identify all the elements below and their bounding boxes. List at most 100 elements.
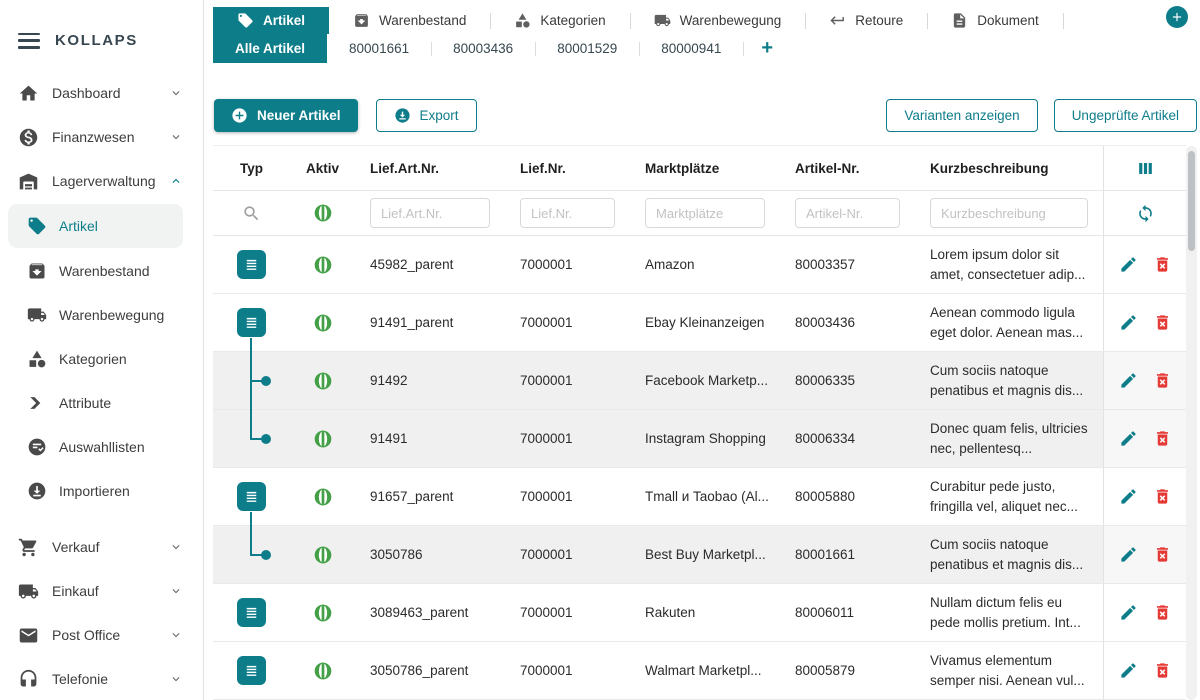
aktiv-filter-toggle[interactable] — [290, 191, 355, 235]
delete-button[interactable] — [1153, 255, 1172, 274]
list-icon — [242, 255, 261, 274]
filter-lief-nr-input[interactable] — [520, 198, 615, 228]
sidebar-item-post-office[interactable]: Post Office — [0, 613, 203, 657]
subtab-label: 80000941 — [661, 41, 721, 56]
sidebar-item-warenbewegung[interactable]: Warenbewegung — [0, 293, 203, 337]
filter-kurzbeschreibung-input[interactable] — [930, 198, 1088, 228]
subtab-80001661[interactable]: 80001661 — [327, 34, 431, 63]
search-icon[interactable] — [213, 191, 290, 235]
subtab-80003436[interactable]: 80003436 — [431, 34, 535, 63]
list-icon — [242, 603, 261, 622]
artikel-nr-cell: 80005880 — [780, 489, 915, 504]
menu-icon[interactable] — [18, 33, 40, 49]
sidebar-item-label: Telefonie — [52, 671, 108, 687]
add-tab-button[interactable] — [1166, 6, 1188, 28]
tab-label: Kategorien — [540, 13, 605, 28]
trash-icon — [1153, 371, 1172, 390]
document-icon — [951, 12, 968, 29]
delete-button[interactable] — [1153, 487, 1172, 506]
sidebar-item-label: Auswahllisten — [59, 439, 145, 455]
sidebar-item-dashboard[interactable]: Dashboard — [0, 71, 203, 115]
edit-button[interactable] — [1119, 661, 1138, 680]
sidebar-item-artikel[interactable]: Artikel — [8, 204, 183, 248]
sidebar-item-label: Dashboard — [52, 85, 121, 101]
sidebar-item-label: Attribute — [59, 395, 111, 411]
edit-button[interactable] — [1119, 429, 1138, 448]
lief-art-nr-cell: 91492 — [355, 373, 505, 388]
chevron-down-icon — [169, 130, 183, 144]
sidebar-item-lagerverwaltung[interactable]: Lagerverwaltung — [0, 159, 203, 203]
articles-table: Typ Aktiv Lief.Art.Nr. Lief.Nr. Marktplä… — [213, 145, 1186, 700]
trash-icon — [1153, 429, 1172, 448]
filter-lief-art-nr-input[interactable] — [370, 198, 490, 228]
delete-button[interactable] — [1153, 661, 1172, 680]
delete-button[interactable] — [1153, 545, 1172, 564]
sidebar-item-verkauf[interactable]: Verkauf — [0, 525, 203, 569]
subtab-alle-artikel[interactable]: Alle Artikel — [213, 34, 327, 63]
subtab-80001529[interactable]: 80001529 — [535, 34, 639, 63]
column-settings-button[interactable] — [1103, 146, 1186, 190]
trash-icon — [1153, 603, 1172, 622]
trash-icon — [1153, 661, 1172, 680]
tree-node-dot — [261, 434, 271, 444]
expand-variants-button[interactable] — [237, 308, 266, 337]
show-variants-button[interactable]: Varianten anzeigen — [886, 99, 1037, 132]
edit-button[interactable] — [1119, 255, 1138, 274]
edit-button[interactable] — [1119, 545, 1138, 564]
sidebar-item-telefonie[interactable]: Telefonie — [0, 657, 203, 700]
edit-button[interactable] — [1119, 603, 1138, 622]
lief-art-nr-cell: 45982_parent — [355, 257, 505, 272]
expand-variants-button[interactable] — [237, 656, 266, 685]
delete-button[interactable] — [1153, 603, 1172, 622]
tab-warenbestand[interactable]: Warenbestand — [329, 7, 490, 34]
sidebar-item-importieren[interactable]: Importieren — [0, 469, 203, 513]
pencil-icon — [1119, 429, 1138, 448]
table-row: 91657_parent 7000001 Tmall и Taobao (Al.… — [213, 468, 1186, 526]
unverified-articles-button[interactable]: Ungeprüfte Artikel — [1054, 99, 1197, 132]
table-row: 91492 7000001 Facebook Marketp... 800063… — [213, 352, 1186, 410]
sidebar-item-warenbestand[interactable]: Warenbestand — [0, 249, 203, 293]
delete-button[interactable] — [1153, 313, 1172, 332]
delete-button[interactable] — [1153, 371, 1172, 390]
sidebar-item-label: Kategorien — [59, 351, 127, 367]
tab-warenbewegung[interactable]: Warenbewegung — [630, 7, 806, 34]
marktplatz-cell: Amazon — [630, 257, 780, 272]
edit-button[interactable] — [1119, 487, 1138, 506]
sidebar-item-label: Einkauf — [52, 583, 99, 599]
tab-dokument[interactable]: Dokument — [927, 7, 1063, 34]
tree-connector — [250, 338, 252, 353]
export-button[interactable]: Export — [376, 99, 477, 132]
vertical-scrollbar[interactable] — [1186, 146, 1197, 700]
tab-kategorien[interactable]: Kategorien — [490, 7, 629, 34]
expand-variants-button[interactable] — [237, 250, 266, 279]
pencil-icon — [1119, 255, 1138, 274]
sidebar-item-finanzwesen[interactable]: Finanzwesen — [0, 115, 203, 159]
pencil-icon — [1119, 661, 1138, 680]
sidebar-item-kategorien[interactable]: Kategorien — [0, 337, 203, 381]
sidebar-item-label: Artikel — [59, 218, 98, 234]
truck-icon — [654, 12, 671, 29]
tab-retoure[interactable]: Retoure — [805, 7, 927, 34]
filter-artikel-nr-input[interactable] — [795, 198, 900, 228]
edit-button[interactable] — [1119, 313, 1138, 332]
sidebar-item-auswahllisten[interactable]: Auswahllisten — [0, 425, 203, 469]
lief-nr-cell: 7000001 — [505, 431, 630, 446]
delete-button[interactable] — [1153, 429, 1172, 448]
expand-variants-button[interactable] — [237, 598, 266, 627]
refresh-button[interactable] — [1103, 191, 1186, 235]
sidebar-item-einkauf[interactable]: Einkauf — [0, 569, 203, 613]
subtab-80000941[interactable]: 80000941 — [639, 34, 743, 63]
scrollbar-thumb[interactable] — [1188, 151, 1195, 251]
new-article-button[interactable]: Neuer Artikel — [214, 99, 358, 132]
trash-icon — [1153, 545, 1172, 564]
filter-marktplaetze-input[interactable] — [645, 198, 765, 228]
edit-button[interactable] — [1119, 371, 1138, 390]
tab-artikel[interactable]: Artikel — [213, 7, 329, 34]
lief-nr-cell: 7000001 — [505, 373, 630, 388]
tab-label: Dokument — [977, 13, 1039, 28]
pencil-icon — [1119, 603, 1138, 622]
sidebar-item-attribute[interactable]: Attribute — [0, 381, 203, 425]
expand-variants-button[interactable] — [237, 482, 266, 511]
trash-icon — [1153, 255, 1172, 274]
add-article-tab-button[interactable]: + — [743, 34, 791, 63]
